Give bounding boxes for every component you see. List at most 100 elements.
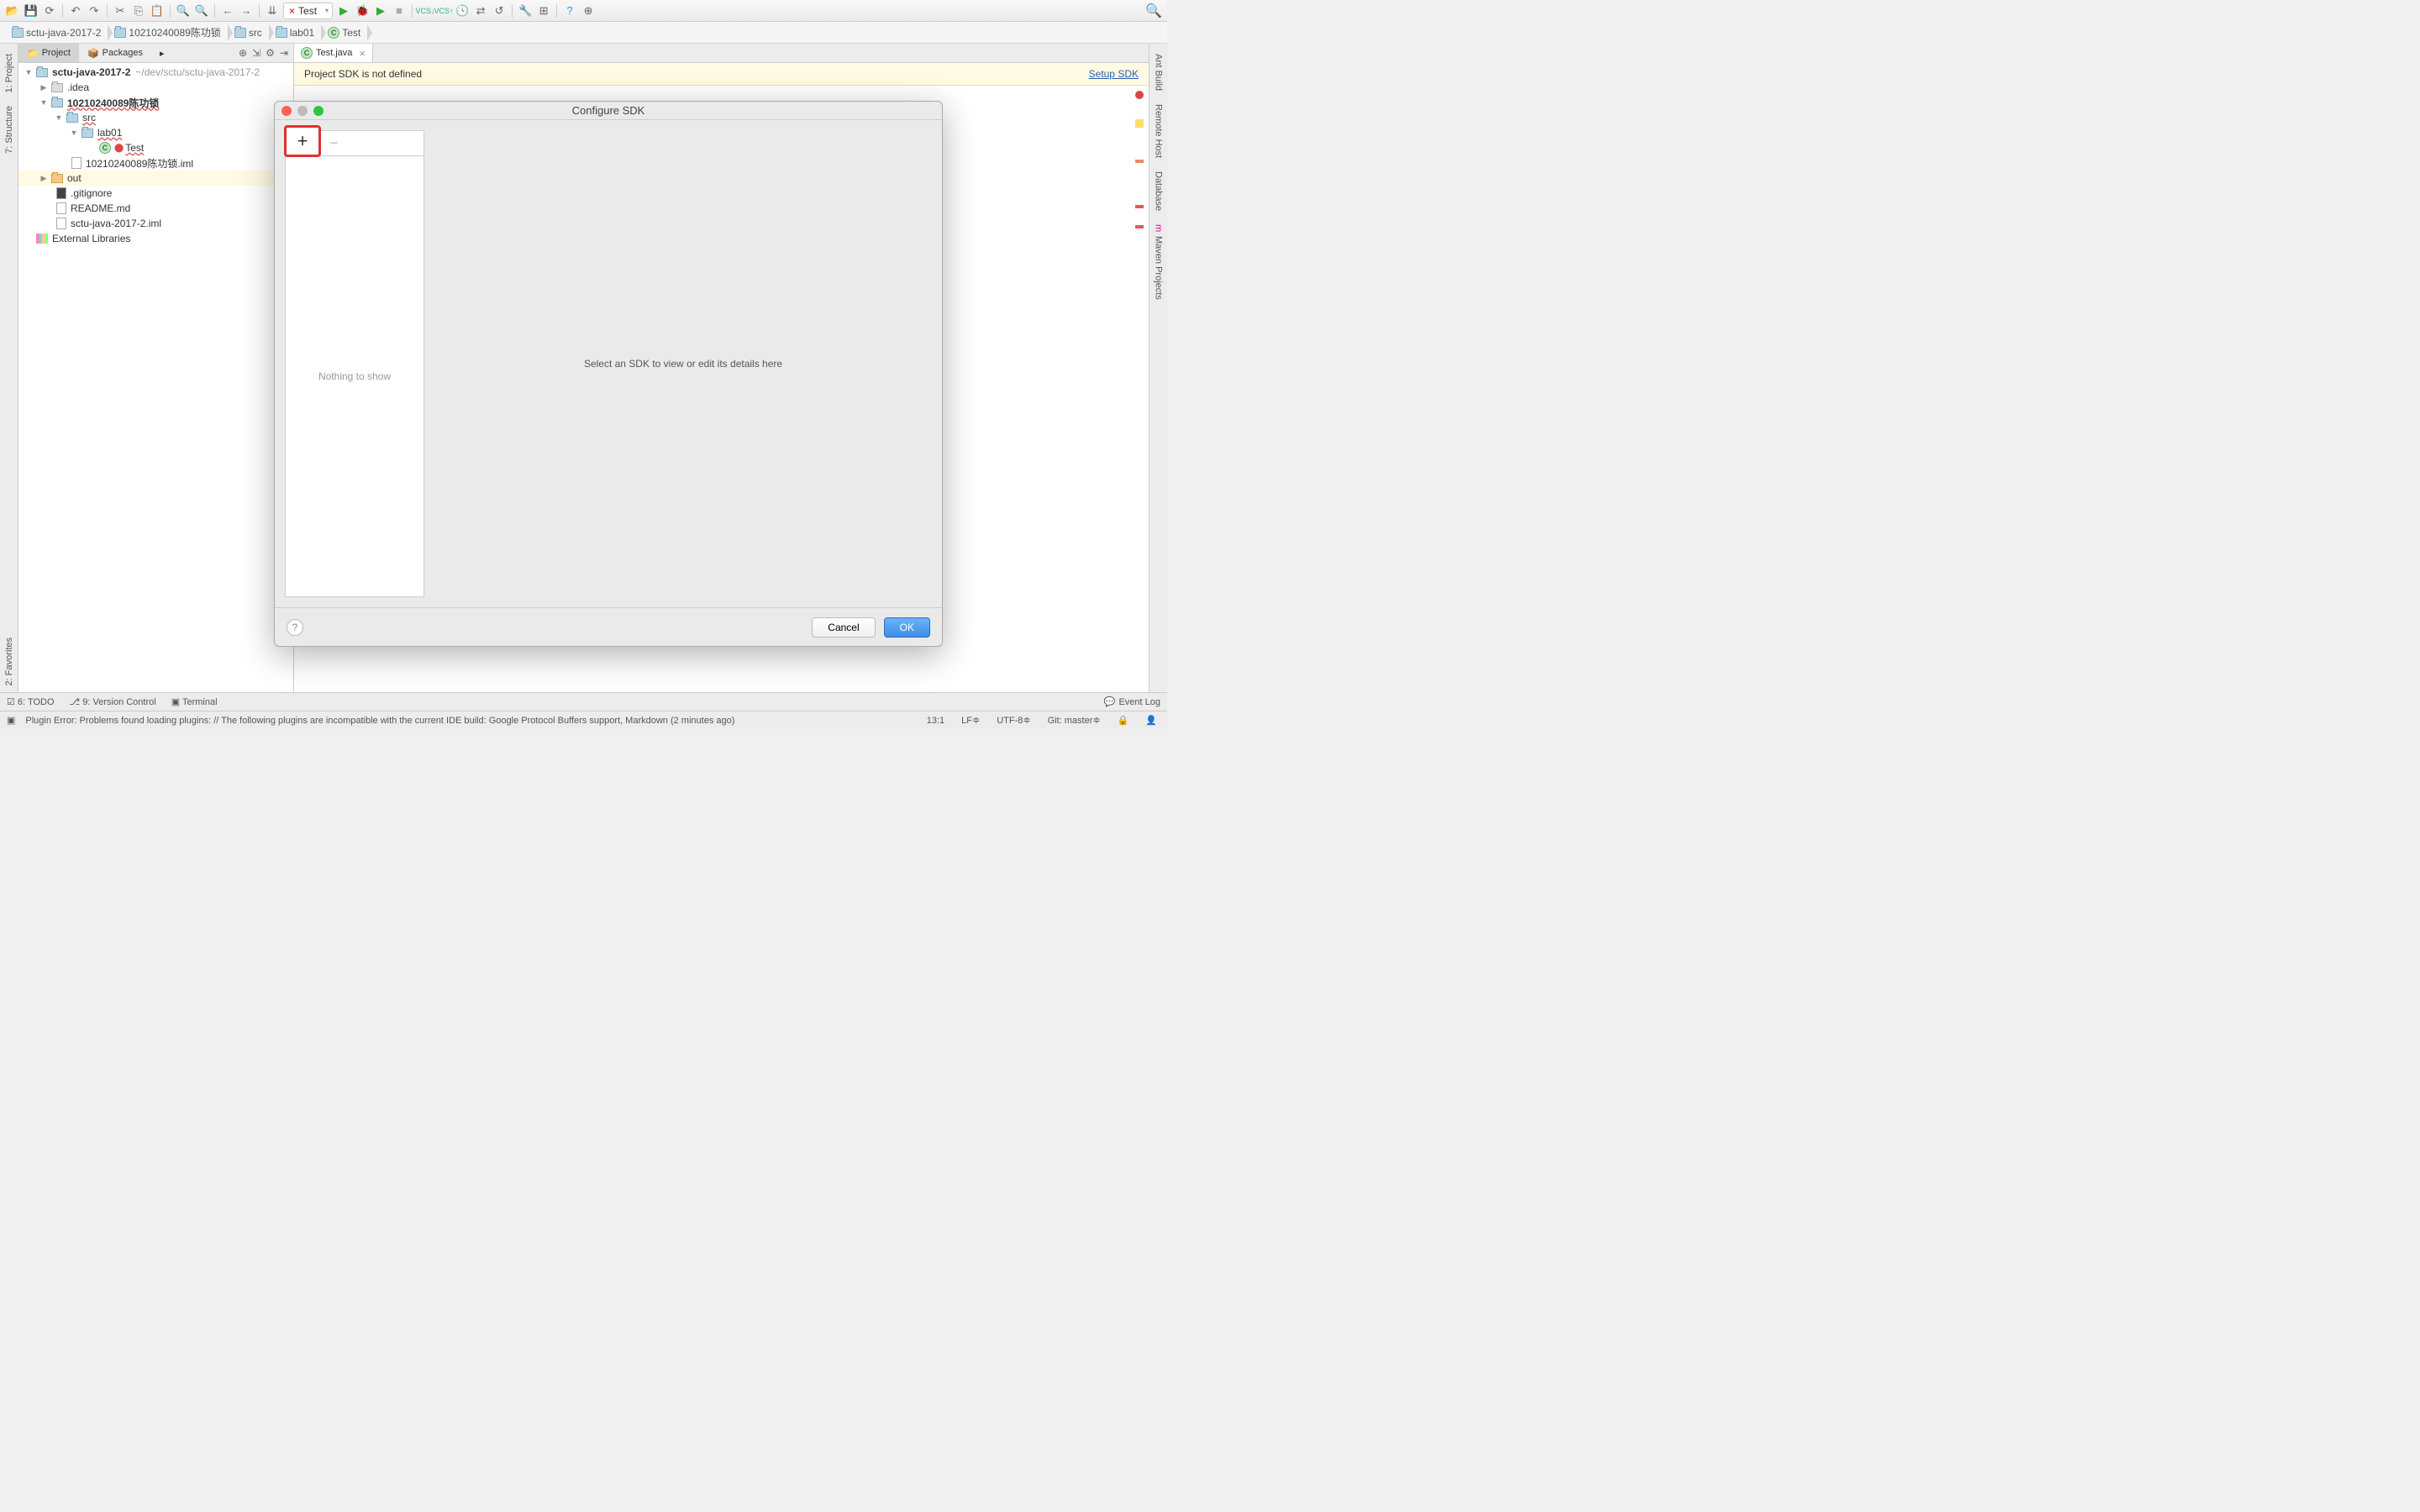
database-tool-tab[interactable]: Database [1152, 165, 1165, 218]
tree-src[interactable]: ▼src [18, 110, 293, 125]
configure-sdk-dialog: Configure SDK + − Nothing to show Select… [274, 101, 943, 647]
scroll-to-icon[interactable]: ⊕ [239, 47, 247, 59]
crumb-label: lab01 [290, 27, 314, 39]
main-toolbar: 📂 💾 ⟳ ↶ ↷ ✂ ⎘ 📋 🔍 🔍 ← → ⇊ × Test ▶ 🐞 ▶ ■… [0, 0, 1167, 22]
project-view-tab[interactable]: 📁 Project [18, 44, 79, 62]
run-icon[interactable]: ▶ [336, 3, 351, 18]
gutter-err-mark[interactable] [1135, 205, 1144, 208]
remote-host-tool-tab[interactable]: Remote Host [1152, 97, 1165, 165]
editor-tab-test[interactable]: C Test.java × [294, 44, 373, 62]
debug-icon[interactable]: 🐞 [355, 3, 370, 18]
more-views-button[interactable]: ▸ [151, 44, 173, 62]
line-ending[interactable]: LF≑ [958, 715, 983, 726]
forward-icon[interactable]: → [239, 3, 254, 18]
vcs-update-icon[interactable]: VCS↓ [418, 3, 433, 18]
terminal-tool-tab[interactable]: ▣ Terminal [171, 696, 218, 707]
crumb-class[interactable]: CTest [321, 22, 367, 43]
config-invalid-icon: × [289, 5, 295, 17]
right-tool-rail: Ant Build Remote Host Database m Maven P… [1149, 44, 1167, 692]
crumb-module[interactable]: 10210240089陈功锁 [108, 22, 227, 43]
tree-module[interactable]: ▼10210240089陈功锁 [18, 95, 293, 110]
structure-icon[interactable]: ⊞ [536, 3, 551, 18]
tree-idea[interactable]: ▶.idea [18, 80, 293, 95]
hector-icon[interactable]: 👤 [1142, 715, 1160, 726]
revert-icon[interactable]: ↺ [492, 3, 507, 18]
tree-lab01[interactable]: ▼lab01 [18, 125, 293, 140]
run-config-label: Test [298, 5, 317, 17]
zoom-out-icon[interactable]: 🔍 [194, 3, 209, 18]
vcs-commit-icon[interactable]: VCS↑ [436, 3, 451, 18]
gutter-err-mark[interactable] [1135, 225, 1144, 228]
lock-icon[interactable]: 🔒 [1114, 715, 1133, 726]
encoding[interactable]: UTF-8≑ [993, 715, 1034, 726]
back-icon[interactable]: ← [220, 3, 235, 18]
diff-icon[interactable]: ⇄ [473, 3, 488, 18]
redo-icon[interactable]: ↷ [87, 3, 102, 18]
tree-iml1[interactable]: 10210240089陈功锁.iml [18, 155, 293, 171]
todo-tool-tab[interactable]: ☑ 6: TODO [7, 696, 55, 707]
caret-position[interactable]: 13:1 [923, 716, 948, 726]
editor-tab-label: Test.java [316, 48, 352, 58]
help-icon[interactable]: ? [562, 3, 577, 18]
zoom-in-icon[interactable]: 🔍 [176, 3, 191, 18]
settings-gear-icon[interactable]: ⚙ [266, 47, 275, 59]
structure-tool-tab[interactable]: 7: Structure [3, 99, 16, 160]
tree-readme[interactable]: README.md [18, 201, 293, 216]
gutter-err-mark[interactable] [1135, 160, 1144, 163]
tree-gitignore[interactable]: .gitignore [18, 186, 293, 201]
notification-text: Project SDK is not defined [304, 68, 422, 80]
favorites-tool-tab[interactable]: 2: Favorites [3, 631, 16, 692]
project-tree[interactable]: ▼sctu-java-2017-2~/dev/sctu/sctu-java-20… [18, 63, 293, 692]
close-tab-icon[interactable]: × [359, 47, 366, 60]
plugins-icon[interactable]: ⊕ [581, 3, 596, 18]
add-sdk-button[interactable]: + [284, 125, 321, 157]
settings-icon[interactable]: 🔧 [518, 3, 533, 18]
tree-root[interactable]: ▼sctu-java-2017-2~/dev/sctu/sctu-java-20… [18, 65, 293, 80]
history-icon[interactable]: 🕓 [455, 3, 470, 18]
save-icon[interactable]: 💾 [24, 3, 39, 18]
project-tool-window: 📁 Project 📦 Packages ▸ ⊕ ⇲ ⚙ ⇥ ▼sctu-jav… [18, 44, 294, 692]
collapse-icon[interactable]: ⇲ [252, 47, 260, 59]
status-icon[interactable]: ▣ [7, 715, 15, 726]
tree-out[interactable]: ▶out [18, 171, 293, 186]
coverage-icon[interactable]: ▶ [373, 3, 388, 18]
bottom-tool-tabs: ☑ 6: TODO ⎇ 9: Version Control ▣ Termina… [0, 692, 1167, 711]
dialog-title: Configure SDK [275, 104, 942, 117]
paste-icon[interactable]: 📋 [150, 3, 165, 18]
search-everywhere-icon[interactable]: 🔍 [1145, 3, 1162, 19]
crumb-project[interactable]: sctu-java-2017-2 [5, 22, 108, 43]
tree-ext-lib[interactable]: External Libraries [18, 231, 293, 246]
undo-icon[interactable]: ↶ [68, 3, 83, 18]
refresh-icon[interactable]: ⟳ [42, 3, 57, 18]
vcs-tool-tab[interactable]: ⎇ 9: Version Control [70, 696, 156, 707]
build-icon[interactable]: ⇊ [265, 3, 280, 18]
cut-icon[interactable]: ✂ [113, 3, 128, 18]
project-tool-tab[interactable]: 1: Project [3, 47, 16, 99]
crumb-pkg[interactable]: lab01 [269, 22, 321, 43]
setup-sdk-link[interactable]: Setup SDK [1089, 68, 1139, 80]
maven-tool-tab[interactable]: m Maven Projects [1152, 218, 1165, 306]
copy-icon[interactable]: ⎘ [131, 3, 146, 18]
tree-test-class[interactable]: C⬤Test [18, 140, 293, 155]
gutter-warn-mark[interactable] [1135, 119, 1144, 128]
git-branch[interactable]: Git: master≑ [1044, 715, 1104, 726]
tree-iml2[interactable]: sctu-java-2017-2.iml [18, 216, 293, 231]
ant-tool-tab[interactable]: Ant Build [1152, 47, 1165, 97]
open-icon[interactable]: 📂 [5, 3, 20, 18]
crumb-src[interactable]: src [228, 22, 269, 43]
packages-view-tab[interactable]: 📦 Packages [79, 44, 151, 62]
status-bar: ▣ Plugin Error: Problems found loading p… [0, 711, 1167, 729]
run-config-selector[interactable]: × Test [283, 3, 333, 19]
sdk-list-panel: + − Nothing to show [285, 130, 424, 597]
crumb-label: Test [342, 27, 360, 39]
left-tool-rail: 1: Project 7: Structure 2: Favorites [0, 44, 18, 692]
event-log-tool-tab[interactable]: 💬 Event Log [1104, 696, 1160, 707]
crumb-label: sctu-java-2017-2 [26, 27, 101, 39]
dialog-help-button[interactable]: ? [287, 619, 303, 636]
cancel-button[interactable]: Cancel [812, 617, 875, 638]
stop-icon[interactable]: ■ [392, 3, 407, 18]
ok-button[interactable]: OK [884, 617, 930, 638]
crumb-label: src [249, 27, 262, 39]
remove-sdk-button[interactable]: − [324, 134, 344, 152]
hide-icon[interactable]: ⇥ [280, 47, 288, 59]
